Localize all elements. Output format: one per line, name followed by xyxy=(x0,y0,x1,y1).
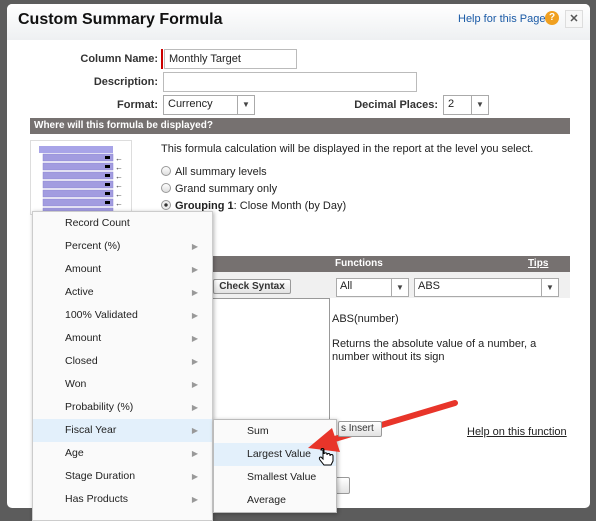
insert-button[interactable]: s Insert xyxy=(338,421,382,437)
hand-cursor-icon xyxy=(318,448,334,466)
annotation-overlay xyxy=(308,400,458,466)
arrow-head xyxy=(308,428,340,452)
